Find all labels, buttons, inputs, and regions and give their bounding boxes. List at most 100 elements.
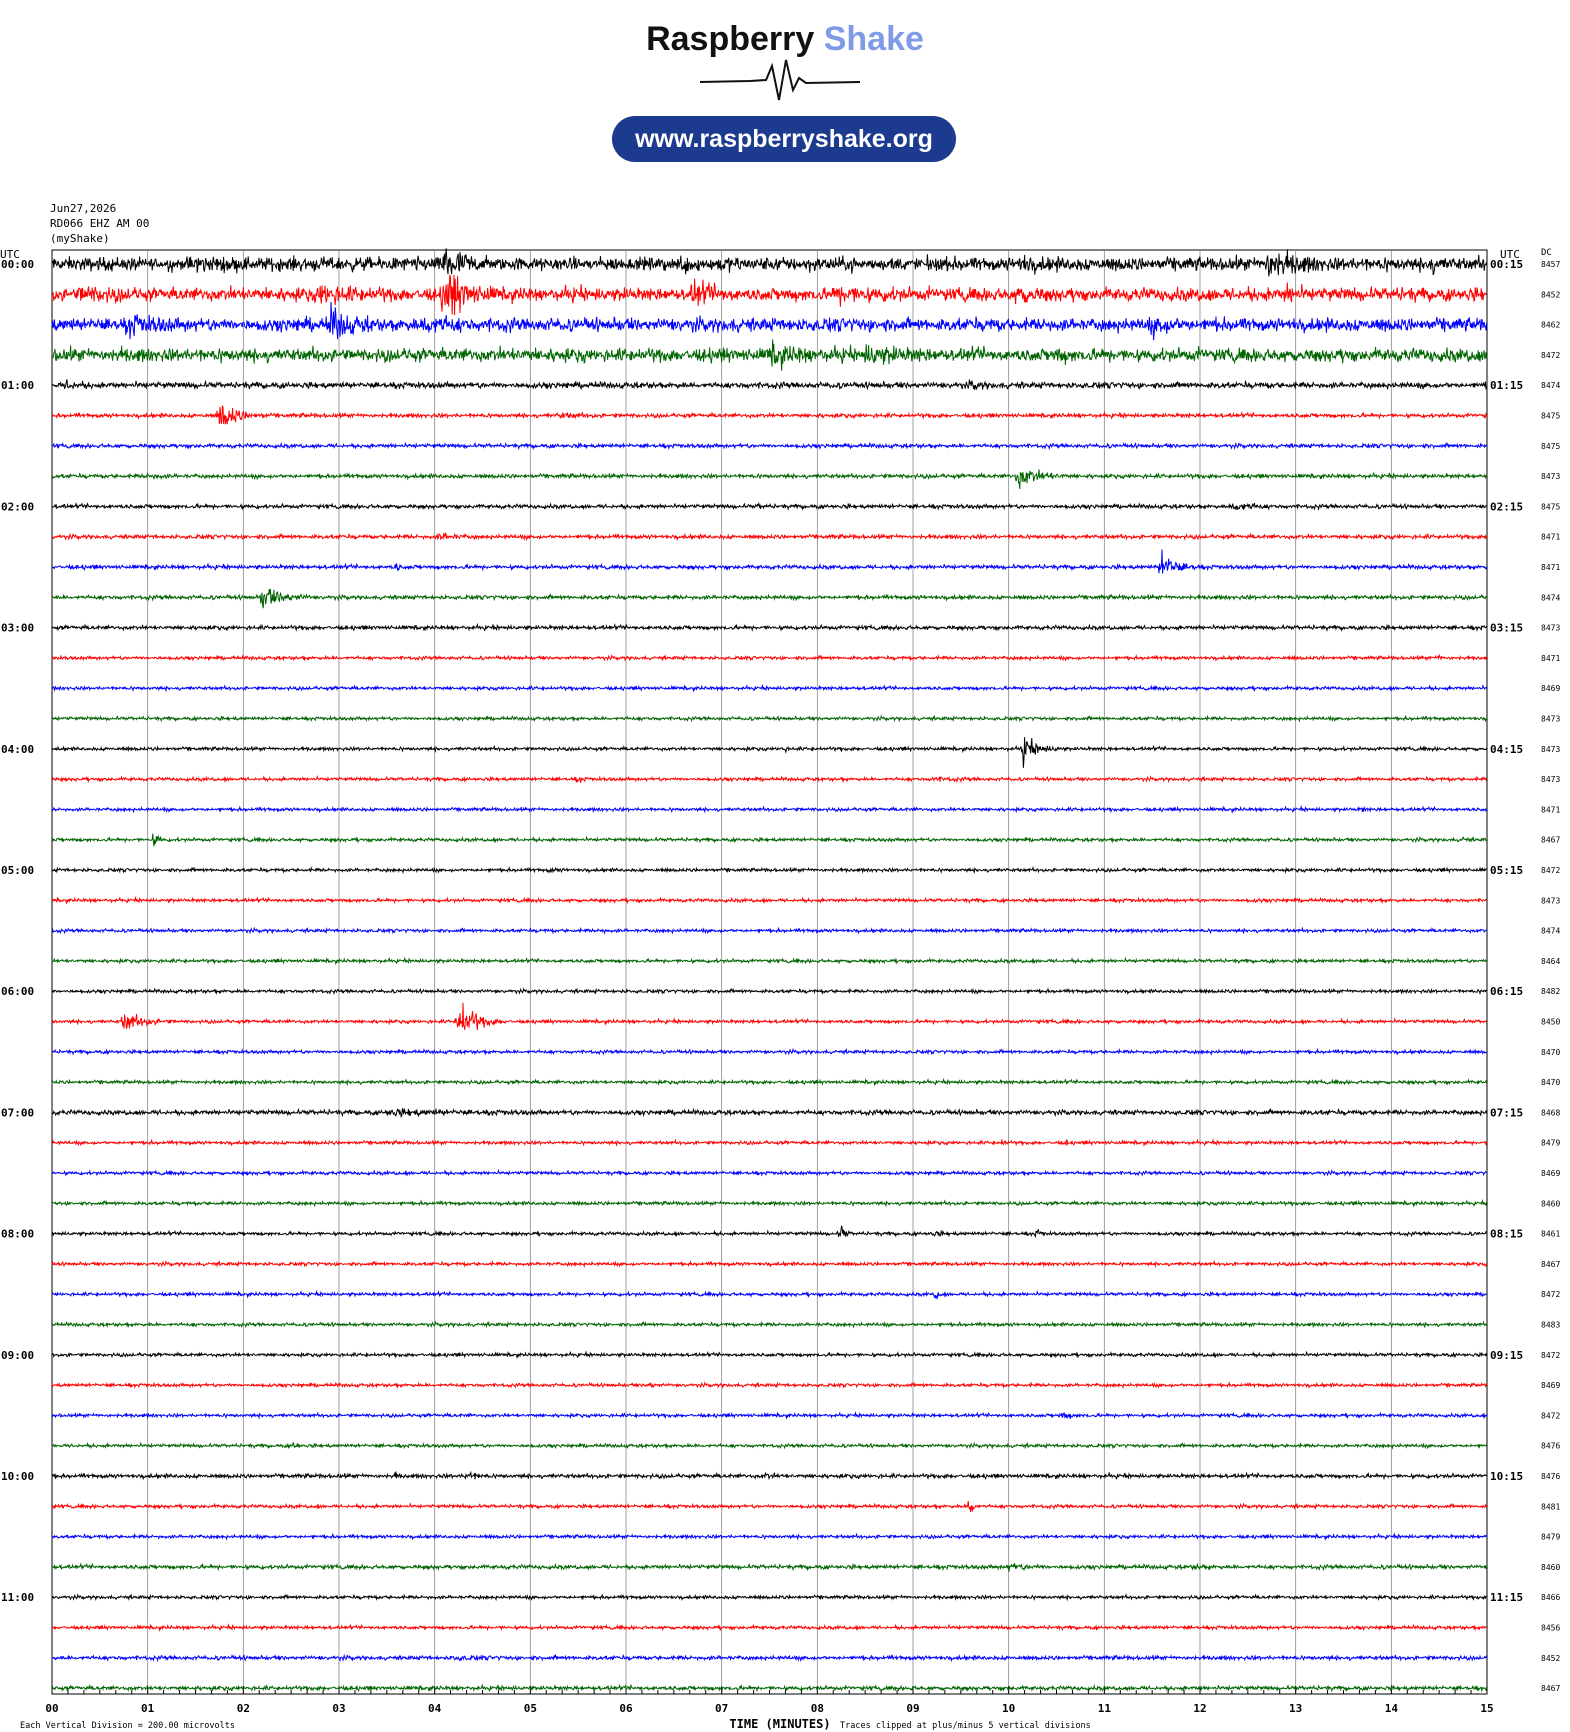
seismic-trace-row: [51, 1593, 1487, 1602]
dc-value-label: 8471: [1541, 533, 1560, 542]
seismic-trace-row: [51, 653, 1488, 662]
dc-value-label: 8469: [1541, 1381, 1560, 1390]
dc-value-label: 8472: [1541, 1351, 1560, 1360]
seismic-trace-row: [51, 1381, 1488, 1390]
x-tick-label: 08: [811, 1702, 824, 1715]
x-axis-label: TIME (MINUTES): [729, 1717, 830, 1731]
left-time-label: 04:00: [1, 743, 34, 756]
seismic-trace-row: [51, 379, 1488, 391]
seismic-trace-row: [51, 1623, 1487, 1632]
seismic-trace-row: [51, 1653, 1488, 1663]
seismic-trace-row: [51, 622, 1487, 632]
x-tick-label: 11: [1098, 1702, 1112, 1715]
dc-value-label: 8479: [1541, 1139, 1560, 1148]
dc-value-label: 8473: [1541, 896, 1560, 905]
x-tick-label: 06: [619, 1702, 633, 1715]
x-tick-label: 02: [237, 1702, 250, 1715]
dc-value-label: 8475: [1541, 502, 1560, 511]
dc-value-label: 8475: [1541, 442, 1560, 451]
x-tick-label: 07: [715, 1702, 728, 1715]
dc-value-label: 8467: [1541, 1684, 1560, 1693]
left-time-label: 10:00: [1, 1470, 34, 1483]
dc-value-label: 8483: [1541, 1321, 1560, 1330]
dc-value-label: 8473: [1541, 624, 1560, 633]
seismic-trace-row: [51, 469, 1488, 490]
seismic-trace-row: [51, 833, 1487, 847]
footer-clip-note: Traces clipped at plus/minus 5 vertical …: [840, 1721, 1091, 1731]
seismic-trace-row: [51, 1047, 1487, 1056]
dc-value-label: 8476: [1541, 1442, 1560, 1451]
seismic-trace-row: [51, 1077, 1488, 1087]
seismic-trace-row: [51, 1198, 1488, 1208]
seismic-trace-row: [51, 441, 1487, 451]
dc-value-label: 8470: [1541, 1078, 1560, 1087]
x-tick-label: 10: [1002, 1702, 1015, 1715]
right-time-label: 07:15: [1490, 1106, 1523, 1119]
helicorder-plot: 00 01 02 03 04 05 06 07 08 09 10 11 12 13 14 15UTC UTC DC…: [0, 248, 1560, 1731]
seismic-trace-row: [51, 1532, 1487, 1542]
seismic-trace-row: [51, 588, 1487, 609]
x-tick-label: 09: [906, 1702, 919, 1715]
dc-value-label: 8460: [1541, 1563, 1560, 1572]
dc-value-label: 8452: [1541, 290, 1560, 299]
dc-value-label: 8474: [1541, 381, 1560, 390]
dc-value-label: 8464: [1541, 957, 1560, 966]
x-tick-label: 13: [1289, 1702, 1302, 1715]
right-time-label: 00:15: [1490, 258, 1523, 271]
seismic-trace-row: [51, 501, 1487, 511]
dc-value-label: 8450: [1541, 1018, 1560, 1027]
seismic-trace-row: [51, 274, 1488, 316]
right-time-label: 04:15: [1490, 743, 1523, 756]
dc-value-label: 8472: [1541, 866, 1560, 875]
x-tick-label: 05: [524, 1702, 537, 1715]
dc-value-label: 8481: [1541, 1502, 1560, 1511]
left-time-label: 03:00: [1, 622, 34, 635]
right-time-label: 01:15: [1490, 379, 1523, 392]
right-time-label: 08:15: [1490, 1228, 1523, 1241]
seismic-trace-row: [51, 1225, 1488, 1239]
seismic-trace-row: [51, 1501, 1488, 1513]
dc-value-label: 8467: [1541, 836, 1560, 845]
dc-value-label: 8466: [1541, 1593, 1560, 1602]
seismic-trace-row: [51, 1320, 1487, 1329]
seismic-trace-row: [51, 339, 1488, 371]
seismic-trace-row: [51, 683, 1488, 693]
seismic-trace-row: [51, 1562, 1487, 1572]
left-time-label: 09:00: [1, 1349, 34, 1362]
seismic-trace-row: [52, 549, 1488, 574]
seismic-trace-row: [51, 865, 1487, 875]
seismic-trace-row: [51, 1259, 1488, 1269]
dc-value-label: 8474: [1541, 593, 1560, 602]
dc-column-title: DC: [1541, 248, 1552, 258]
x-tick-label: 14: [1385, 1702, 1399, 1715]
left-time-label: 05:00: [1, 864, 34, 877]
seismic-trace-row: [51, 1168, 1487, 1177]
seismic-trace-row: [51, 956, 1487, 966]
dc-value-label: 8457: [1541, 260, 1560, 269]
dc-value-label: 8470: [1541, 1048, 1560, 1057]
seismic-trace-row: [51, 1002, 1488, 1031]
seismic-trace-row: [51, 737, 1488, 768]
dc-value-label: 8472: [1541, 1290, 1560, 1299]
seismic-trace-row: [51, 532, 1488, 542]
left-time-label: 00:00: [1, 258, 34, 271]
seismic-trace-row: [51, 926, 1487, 935]
dc-value-label: 8462: [1541, 321, 1560, 330]
x-tick-label: 00: [45, 1702, 58, 1715]
seismic-trace-row: [51, 804, 1488, 814]
x-tick-label: 03: [332, 1702, 345, 1715]
right-time-label: 09:15: [1490, 1349, 1523, 1362]
seismic-trace-row: [51, 774, 1488, 784]
right-time-label: 10:15: [1490, 1470, 1523, 1483]
left-time-label: 06:00: [1, 985, 34, 998]
left-time-label: 01:00: [1, 379, 34, 392]
right-time-label: 11:15: [1490, 1591, 1523, 1604]
right-time-label: 06:15: [1490, 985, 1523, 998]
dc-value-label: 8479: [1541, 1533, 1560, 1542]
dc-value-label: 8452: [1541, 1654, 1560, 1663]
left-time-label: 07:00: [1, 1106, 34, 1119]
dc-value-label: 8461: [1541, 1230, 1560, 1239]
seismic-trace-row: [51, 1138, 1488, 1148]
seismic-trace-row: [51, 1107, 1488, 1118]
dc-value-label: 8473: [1541, 775, 1560, 784]
